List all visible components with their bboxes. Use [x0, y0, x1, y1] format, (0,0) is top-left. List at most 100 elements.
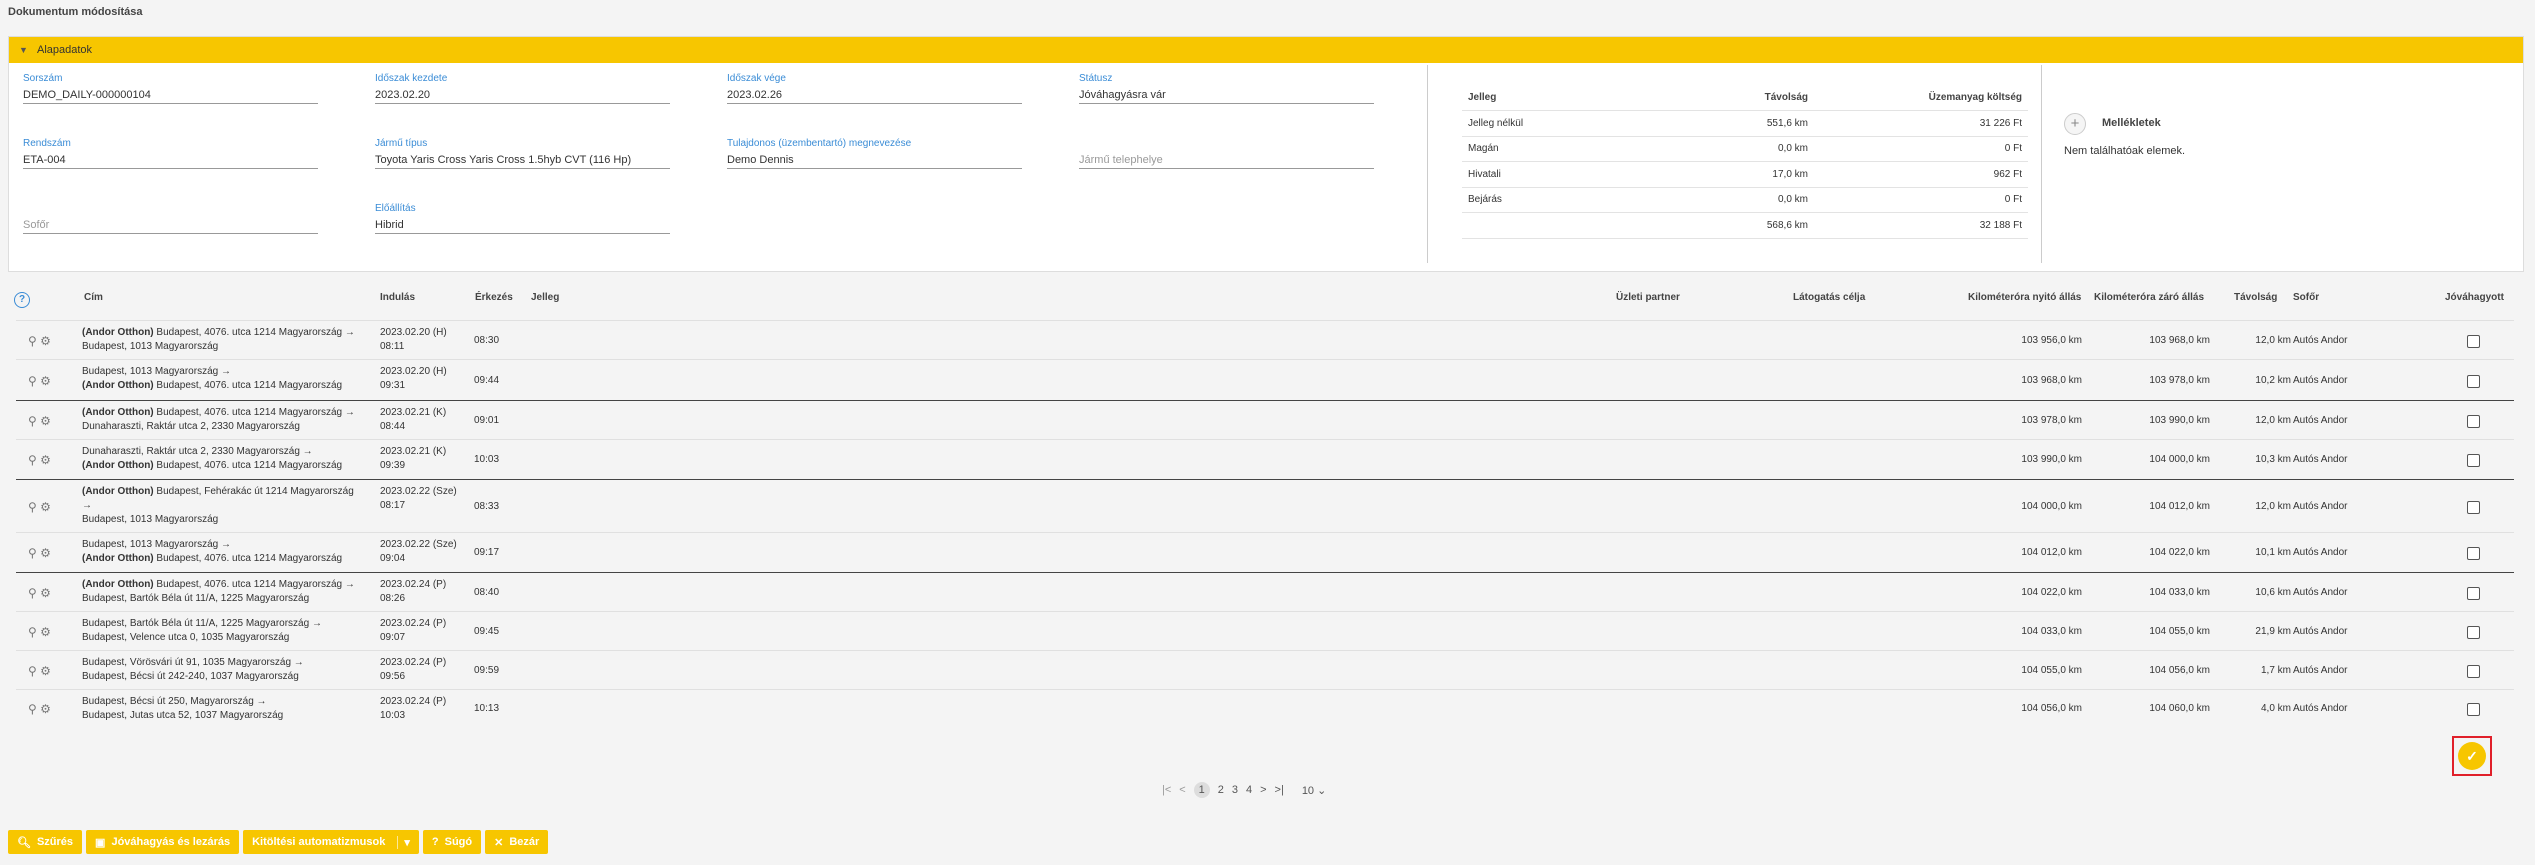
sorszam-value[interactable]: DEMO_DAILY-000000104: [23, 87, 318, 104]
departure-date: 2023.02.24 (P): [380, 618, 447, 629]
departure-date: 2023.02.21 (K): [380, 407, 447, 418]
sorszam-field[interactable]: Sorszám DEMO_DAILY-000000104: [23, 73, 318, 104]
gear-icon[interactable]: ⚙: [40, 453, 51, 467]
production-label: Előállítás: [375, 203, 416, 214]
location-pin-icon[interactable]: ⚲: [28, 453, 37, 467]
approved-checkbox[interactable]: [2467, 374, 2480, 388]
table-row[interactable]: ⚲ ⚙ Budapest, 1013 Magyarország → (Andor O…: [16, 359, 2514, 401]
approved-checkbox[interactable]: [2467, 625, 2480, 639]
production-field[interactable]: Előállítás Hibrid: [375, 203, 670, 234]
location-pin-icon[interactable]: ⚲: [28, 374, 37, 388]
col-km-nyito[interactable]: Kilométeróra nyitó állás: [1968, 292, 2081, 303]
gear-icon[interactable]: ⚙: [40, 664, 51, 678]
col-cim[interactable]: Cím: [84, 292, 103, 303]
gear-icon[interactable]: ⚙: [40, 414, 51, 428]
location-pin-icon[interactable]: ⚲: [28, 500, 37, 514]
gear-icon[interactable]: ⚙: [40, 702, 51, 716]
table-row[interactable]: ⚲ ⚙ Budapest, Vörösvári út 91, 1035 Magya…: [16, 650, 2514, 690]
owner-value[interactable]: Demo Dennis: [727, 152, 1022, 169]
production-value[interactable]: Hibrid: [375, 217, 670, 234]
approved-checkbox[interactable]: [2467, 414, 2480, 428]
col-jovahagyott[interactable]: Jóváhagyott: [2445, 292, 2504, 303]
first-page-icon[interactable]: |<: [1162, 784, 1171, 796]
check-icon[interactable]: ✓: [2458, 742, 2486, 770]
approved-checkbox[interactable]: [2467, 586, 2480, 600]
table-row[interactable]: ⚲ ⚙ Budapest, Bécsi út 250, Magyarország …: [16, 689, 2514, 728]
owner-field[interactable]: Tulajdonos (üzembentartó) megnevezése De…: [727, 138, 1022, 169]
col-sofor[interactable]: Sofőr: [2293, 292, 2319, 303]
approve-all-highlight[interactable]: ✓: [2452, 736, 2492, 776]
approved-checkbox[interactable]: [2467, 454, 2480, 467]
arrival-cell: 10:03: [474, 454, 500, 465]
vehicle-site-input[interactable]: Jármű telephelye: [1079, 152, 1374, 169]
help-button-label: Súgó: [444, 836, 473, 848]
page-size-select[interactable]: 10 ⌄: [1302, 784, 1327, 797]
page-3[interactable]: 3: [1232, 784, 1238, 796]
approved-checkbox[interactable]: [2467, 500, 2480, 514]
page-2[interactable]: 2: [1218, 784, 1224, 796]
approved-checkbox[interactable]: [2467, 547, 2480, 560]
col-tavolsag[interactable]: Távolság: [2234, 292, 2277, 303]
table-row[interactable]: ⚲ ⚙ (Andor Otthon) Budapest, 4076. utca 1…: [16, 572, 2514, 612]
location-pin-icon[interactable]: ⚲: [28, 414, 37, 428]
from-address: Budapest, Fehérakác út 1214 Magyarország: [153, 486, 354, 497]
plate-field[interactable]: Rendszám ETA-004: [23, 138, 318, 169]
km-close-cell: 104 022,0 km: [2149, 547, 2210, 558]
divider: [1427, 65, 1428, 263]
col-jelleg[interactable]: Jelleg: [531, 292, 559, 303]
chevron-down-icon[interactable]: ▾: [397, 835, 410, 849]
gear-icon[interactable]: ⚙: [40, 546, 51, 560]
approved-checkbox[interactable]: [2467, 664, 2480, 678]
arrival-cell: 10:13: [474, 703, 500, 714]
location-pin-icon[interactable]: ⚲: [28, 625, 37, 639]
col-km-zaro[interactable]: Kilométeróra záró állás: [2094, 292, 2204, 303]
page-4[interactable]: 4: [1246, 784, 1252, 796]
location-pin-icon[interactable]: ⚲: [28, 664, 37, 678]
table-row[interactable]: ⚲ ⚙ (Andor Otthon) Budapest, 4076. utca 1…: [16, 400, 2514, 440]
summary-col-fuel: Üzemanyag költség: [1928, 91, 2022, 103]
period-end-value[interactable]: 2023.02.26: [727, 87, 1022, 104]
vehicle-type-field[interactable]: Jármű típus Toyota Yaris Cross Yaris Cro…: [375, 138, 670, 169]
add-attachment-icon[interactable]: +: [2064, 113, 2086, 135]
location-pin-icon[interactable]: ⚲: [28, 702, 37, 716]
table-row[interactable]: ⚲ ⚙ Budapest, Bartók Béla út 11/A, 1225 M…: [16, 611, 2514, 651]
last-page-icon[interactable]: >|: [1275, 784, 1284, 796]
table-row[interactable]: ⚲ ⚙ (Andor Otthon) Budapest, 4076. utca 1…: [16, 320, 2514, 360]
close-button[interactable]: ✕ Bezár: [485, 830, 549, 854]
gear-icon[interactable]: ⚙: [40, 586, 51, 600]
gear-icon[interactable]: ⚙: [40, 374, 51, 388]
col-uzleti-partner[interactable]: Üzleti partner: [1616, 292, 1680, 303]
location-pin-icon[interactable]: ⚲: [28, 334, 37, 348]
departure-cell: 2023.02.21 (K) 08:44: [380, 406, 446, 434]
col-indulas[interactable]: Indulás: [380, 292, 415, 303]
vehicle-site-field[interactable]: Jármű telephelye: [1079, 138, 1374, 169]
table-row[interactable]: ⚲ ⚙ (Andor Otthon) Budapest, Fehérakác út…: [16, 479, 2514, 533]
col-latogatas-celja[interactable]: Látogatás célja: [1793, 292, 1865, 303]
location-pin-icon[interactable]: ⚲: [28, 546, 37, 560]
plate-value[interactable]: ETA-004: [23, 152, 318, 169]
next-page-icon[interactable]: >: [1260, 784, 1266, 796]
approved-checkbox[interactable]: [2467, 703, 2480, 716]
approved-checkbox[interactable]: [2467, 334, 2480, 348]
location-pin-icon[interactable]: ⚲: [28, 586, 37, 600]
filter-button[interactable]: 🔍︎ Szűrés: [8, 830, 83, 854]
panel-header[interactable]: ▼ Alapadatok: [9, 37, 2523, 63]
period-start-field[interactable]: Időszak kezdete 2023.02.20: [375, 73, 670, 104]
period-end-field[interactable]: Időszak vége 2023.02.26: [727, 73, 1022, 104]
approve-close-button[interactable]: ▣ Jóváhagyás és lezárás: [86, 830, 240, 854]
help-button[interactable]: ? Súgó: [422, 830, 482, 854]
prev-page-icon[interactable]: <: [1179, 784, 1185, 796]
table-row[interactable]: ⚲ ⚙ Budapest, 1013 Magyarország → (Andor O…: [16, 532, 2514, 573]
driver-input[interactable]: Sofőr: [23, 217, 318, 234]
period-start-value[interactable]: 2023.02.20: [375, 87, 670, 104]
driver-field[interactable]: Sofőr: [23, 203, 318, 234]
page-1[interactable]: 1: [1193, 782, 1210, 798]
gear-icon[interactable]: ⚙: [40, 334, 51, 348]
distance-cell: 1,7 km: [2260, 664, 2291, 676]
vehicle-type-value[interactable]: Toyota Yaris Cross Yaris Cross 1.5hyb CV…: [375, 152, 670, 169]
autofill-button[interactable]: Kitöltési automatizmusok ▾: [243, 830, 419, 854]
table-row[interactable]: ⚲ ⚙ Dunaharaszti, Raktár utca 2, 2330 Mag…: [16, 439, 2514, 480]
gear-icon[interactable]: ⚙: [40, 625, 51, 639]
col-erkezes[interactable]: Érkezés: [475, 292, 513, 303]
gear-icon[interactable]: ⚙: [40, 500, 51, 514]
